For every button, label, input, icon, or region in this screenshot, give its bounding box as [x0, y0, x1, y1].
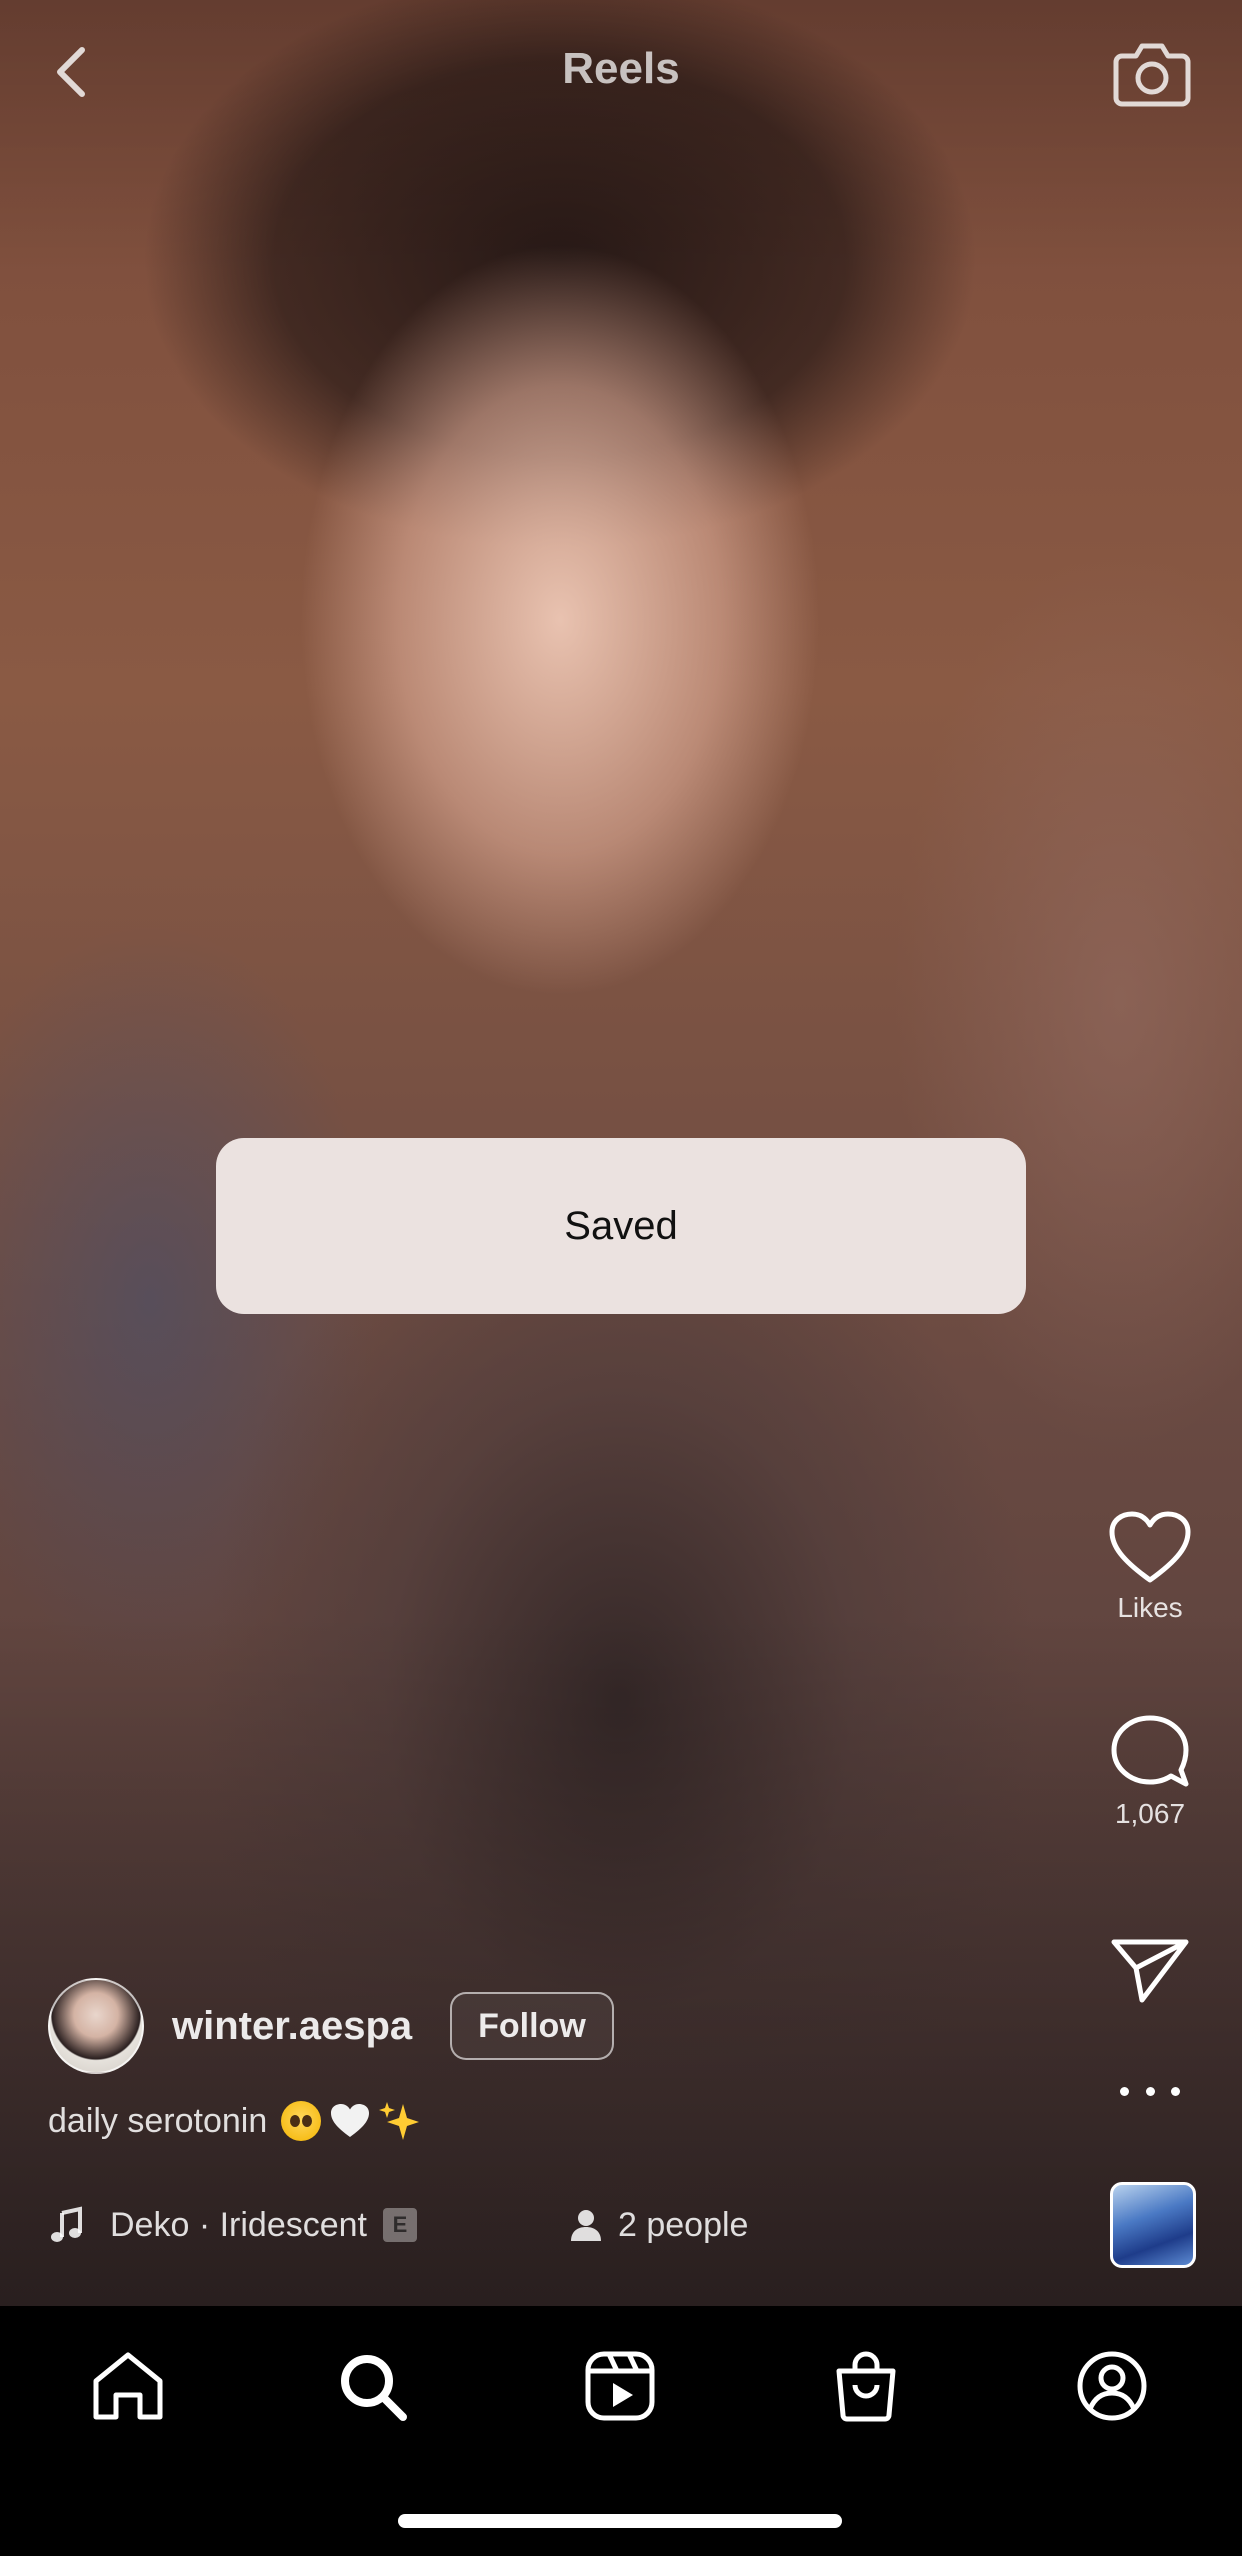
likes-label: Likes — [1117, 1592, 1183, 1623]
follow-button[interactable]: Follow — [450, 1992, 614, 2060]
tagged-people[interactable]: 2 people — [568, 2200, 748, 2250]
share-button[interactable] — [1100, 1934, 1200, 2006]
username[interactable]: winter.aespa — [172, 2004, 412, 2049]
audio-thumbnail[interactable] — [1110, 2182, 1196, 2268]
home-icon — [93, 2352, 163, 2420]
tab-home[interactable] — [88, 2346, 168, 2426]
pleading-face-emoji — [281, 2101, 322, 2141]
saved-toast: Saved — [216, 1138, 1026, 1314]
white-heart-emoji — [331, 2104, 370, 2137]
sparkles-emoji — [379, 2102, 420, 2140]
camera-icon — [1113, 43, 1191, 107]
tab-profile[interactable] — [1072, 2346, 1152, 2426]
caption-emojis — [281, 2100, 421, 2142]
comment-button[interactable]: 1,067 — [1100, 1712, 1200, 1830]
reels-icon — [585, 2351, 655, 2421]
avatar[interactable] — [48, 1978, 144, 2074]
person-icon — [571, 2210, 601, 2241]
caption-text: daily serotonin — [48, 2101, 268, 2140]
explicit-badge: E — [383, 2208, 417, 2242]
author-row: winter.aespa Follow — [48, 1978, 614, 2074]
comment-count: 1,067 — [1114, 1798, 1186, 1829]
comment-icon — [1111, 1715, 1189, 1787]
camera-button[interactable] — [1112, 34, 1192, 110]
tab-search[interactable] — [332, 2346, 412, 2426]
paper-plane-icon — [1111, 1939, 1189, 2003]
shopping-bag-icon — [836, 2351, 896, 2422]
music-row[interactable]: Deko · Iridescent E — [48, 2200, 417, 2250]
caption[interactable]: daily serotonin — [48, 2100, 421, 2142]
heart-icon — [1109, 1511, 1191, 1583]
like-button[interactable]: Likes — [1100, 1510, 1200, 1624]
page-title: Reels — [562, 44, 680, 93]
tagged-people-label: 2 people — [618, 2205, 749, 2244]
more-dot — [1145, 2086, 1155, 2096]
tab-reels[interactable] — [580, 2346, 660, 2426]
more-options-button[interactable] — [1120, 2076, 1180, 2106]
top-bar: Reels — [0, 0, 1242, 150]
profile-icon — [1077, 2351, 1147, 2421]
toast-message: Saved — [564, 1203, 678, 1248]
more-dot — [1171, 2086, 1180, 2096]
search-icon — [341, 2355, 407, 2421]
music-title: Deko · Iridescent — [110, 2205, 367, 2244]
more-horizontal-icon — [1120, 2086, 1129, 2096]
home-indicator[interactable] — [398, 2514, 842, 2528]
music-note-icon — [51, 2206, 82, 2242]
tab-shop[interactable] — [826, 2346, 906, 2426]
